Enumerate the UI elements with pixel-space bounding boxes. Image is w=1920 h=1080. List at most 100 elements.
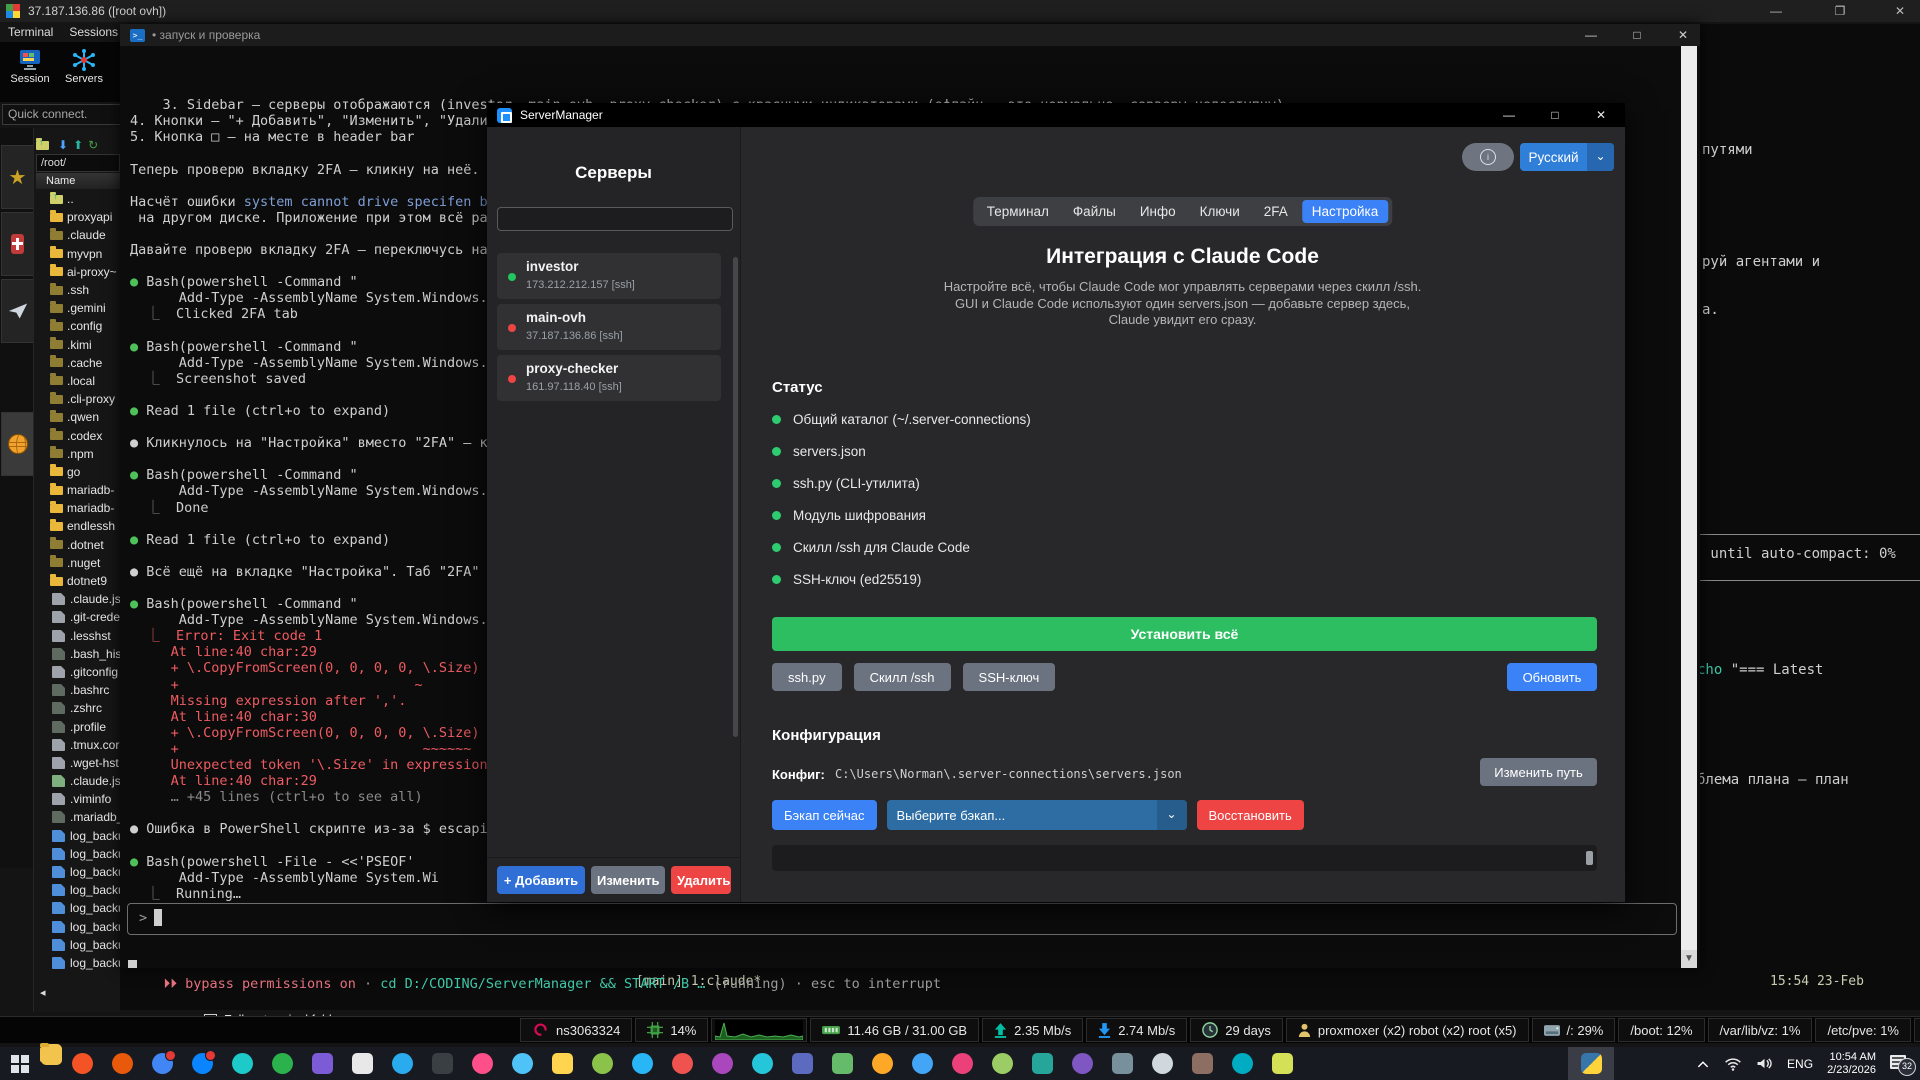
server-list-item[interactable]: investor 173.212.212.157 [ssh] [497,253,721,299]
file-tree-item[interactable]: .mariadb_ [36,808,120,826]
taskbar-app-button[interactable] [622,1047,662,1080]
upload-icon[interactable]: ⬆ [73,138,83,152]
restore-icon[interactable]: ❐ [1820,0,1860,22]
file-tree-item[interactable]: .wget-hst [36,754,120,772]
backup-now-button[interactable]: Бэкап сейчас [772,800,877,830]
file-tree-item[interactable]: log_backu [36,827,120,845]
close-icon[interactable]: ✕ [1580,103,1622,127]
component-button[interactable]: Скилл /ssh [854,663,951,691]
refresh-button[interactable]: Обновить [1507,663,1597,691]
file-tree-item[interactable]: .bash_his [36,645,120,663]
taskbar-app-button[interactable] [862,1047,902,1080]
file-tree-item[interactable]: mariadb- [36,481,120,499]
minimize-icon[interactable]: — [1572,24,1610,46]
terminal-tab-title[interactable]: • запуск и проверка [152,28,260,42]
component-button[interactable]: ssh.py [772,663,842,691]
file-tree-item[interactable]: .lesshst [36,627,120,645]
network-dock-button[interactable] [1,412,34,476]
taskbar-app-button[interactable] [702,1047,742,1080]
tab[interactable]: Настройка [1302,200,1388,223]
menu-item[interactable]: Terminal [8,25,53,39]
file-tree-item[interactable]: .local [36,372,120,390]
backup-select[interactable]: Выберите бэкап... ⌄ [887,800,1187,830]
file-tree-item[interactable]: proxyapi [36,208,120,226]
file-tree-item[interactable]: .claude.js [36,590,120,608]
file-tree-item[interactable]: .git-crede [36,608,120,626]
minimize-icon[interactable]: — [1488,103,1530,127]
favorites-dock-button[interactable]: ★ [1,145,34,209]
taskbar-app-button[interactable] [302,1047,342,1080]
sidebar-scrollbar[interactable] [733,257,738,737]
current-path-field[interactable]: /root/ [36,154,120,172]
taskbar-app-button[interactable] [422,1047,462,1080]
folder-up-icon[interactable] [36,141,49,150]
file-tree-item[interactable]: .claude [36,226,120,244]
maximize-icon[interactable]: □ [1534,103,1576,127]
file-tree-item[interactable]: .cli-proxy [36,390,120,408]
taskbar-app-button[interactable] [582,1047,622,1080]
file-tree-item[interactable]: log_backu [36,899,120,917]
file-tree-item[interactable]: .kimi [36,336,120,354]
tab[interactable]: Файлы [1063,200,1126,223]
taskbar-app-button[interactable] [1062,1047,1102,1080]
taskbar-app-button[interactable] [1142,1047,1182,1080]
tab[interactable]: Инфо [1130,200,1186,223]
volume-icon[interactable] [1756,1056,1773,1071]
scroll-down-arrow-icon[interactable]: ▼ [1681,950,1697,968]
close-icon[interactable]: ✕ [1664,24,1702,46]
taskbar-app-button[interactable] [102,1047,142,1080]
taskbar-app-button[interactable] [342,1047,382,1080]
close-icon[interactable]: ✕ [1880,0,1920,22]
sessions-dock-button[interactable] [1,279,34,343]
file-tree-item[interactable]: .profile [36,717,120,735]
maximize-icon[interactable]: □ [1618,24,1656,46]
file-tree-item[interactable]: .cache [36,354,120,372]
file-tree-item[interactable]: .npm [36,445,120,463]
file-tree-item[interactable]: log_backu [36,954,120,972]
file-tree-item[interactable]: .zshrc [36,699,120,717]
taskbar-clock[interactable]: 10:54 AM 2/23/2026 [1827,1051,1876,1077]
delete-server-button[interactable]: Удалить [671,866,731,894]
server-list-item[interactable]: main-ovh 37.187.136.86 [ssh] [497,304,721,350]
file-tree-item[interactable]: myvpn [36,245,120,263]
taskbar-app-button[interactable] [262,1047,302,1080]
file-tree-item[interactable]: .bashrc [36,681,120,699]
servers-button[interactable]: Servers [58,46,110,100]
file-tree-item[interactable]: dotnet9 [36,572,120,590]
taskbar-app-button[interactable] [742,1047,782,1080]
wifi-icon[interactable] [1724,1057,1742,1071]
file-tree-item[interactable]: log_backu [36,918,120,936]
terminal-scrollbar[interactable]: ▼ [1681,46,1697,968]
taskbar-app-button[interactable] [1222,1047,1262,1080]
taskbar-app-button[interactable] [1262,1047,1302,1080]
taskbar-app-button[interactable] [1022,1047,1062,1080]
taskbar-app-button[interactable] [542,1047,582,1080]
file-tree-item[interactable]: .viminfo [36,790,120,808]
file-tree-item[interactable]: .gitconfig [36,663,120,681]
info-button[interactable]: i [1462,143,1514,171]
file-tree-item[interactable]: mariadb- [36,499,120,517]
taskbar-app-button[interactable] [782,1047,822,1080]
restore-button[interactable]: Восстановить [1197,800,1304,830]
file-tree-item[interactable]: .gemini [36,299,120,317]
file-tree-item[interactable]: go [36,463,120,481]
taskbar-app-button[interactable] [40,1047,62,1062]
file-tree-item[interactable]: .config [36,317,120,335]
scroll-left-arrow-icon[interactable]: ◂ [40,986,46,999]
file-tree-item[interactable]: .ssh [36,281,120,299]
start-button[interactable] [0,1047,40,1080]
download-icon[interactable]: ⬇ [58,138,68,152]
file-tree-item[interactable]: .dotnet [36,536,120,554]
file-tree-item[interactable]: .nuget [36,554,120,572]
notification-center-button[interactable]: 32 [1890,1055,1912,1073]
file-tree-item[interactable]: .tmux.cor [36,736,120,754]
active-app-button[interactable] [1568,1047,1614,1080]
taskbar-app-button[interactable] [142,1047,182,1080]
taskbar-app-button[interactable] [462,1047,502,1080]
taskbar-app-button[interactable] [822,1047,862,1080]
component-button[interactable]: SSH-ключ [963,663,1056,691]
server-search-input[interactable] [497,207,733,231]
refresh-icon[interactable]: ↻ [88,138,98,152]
file-tree-item[interactable]: log_backu [36,845,120,863]
tray-expand-icon[interactable] [1696,1059,1710,1069]
